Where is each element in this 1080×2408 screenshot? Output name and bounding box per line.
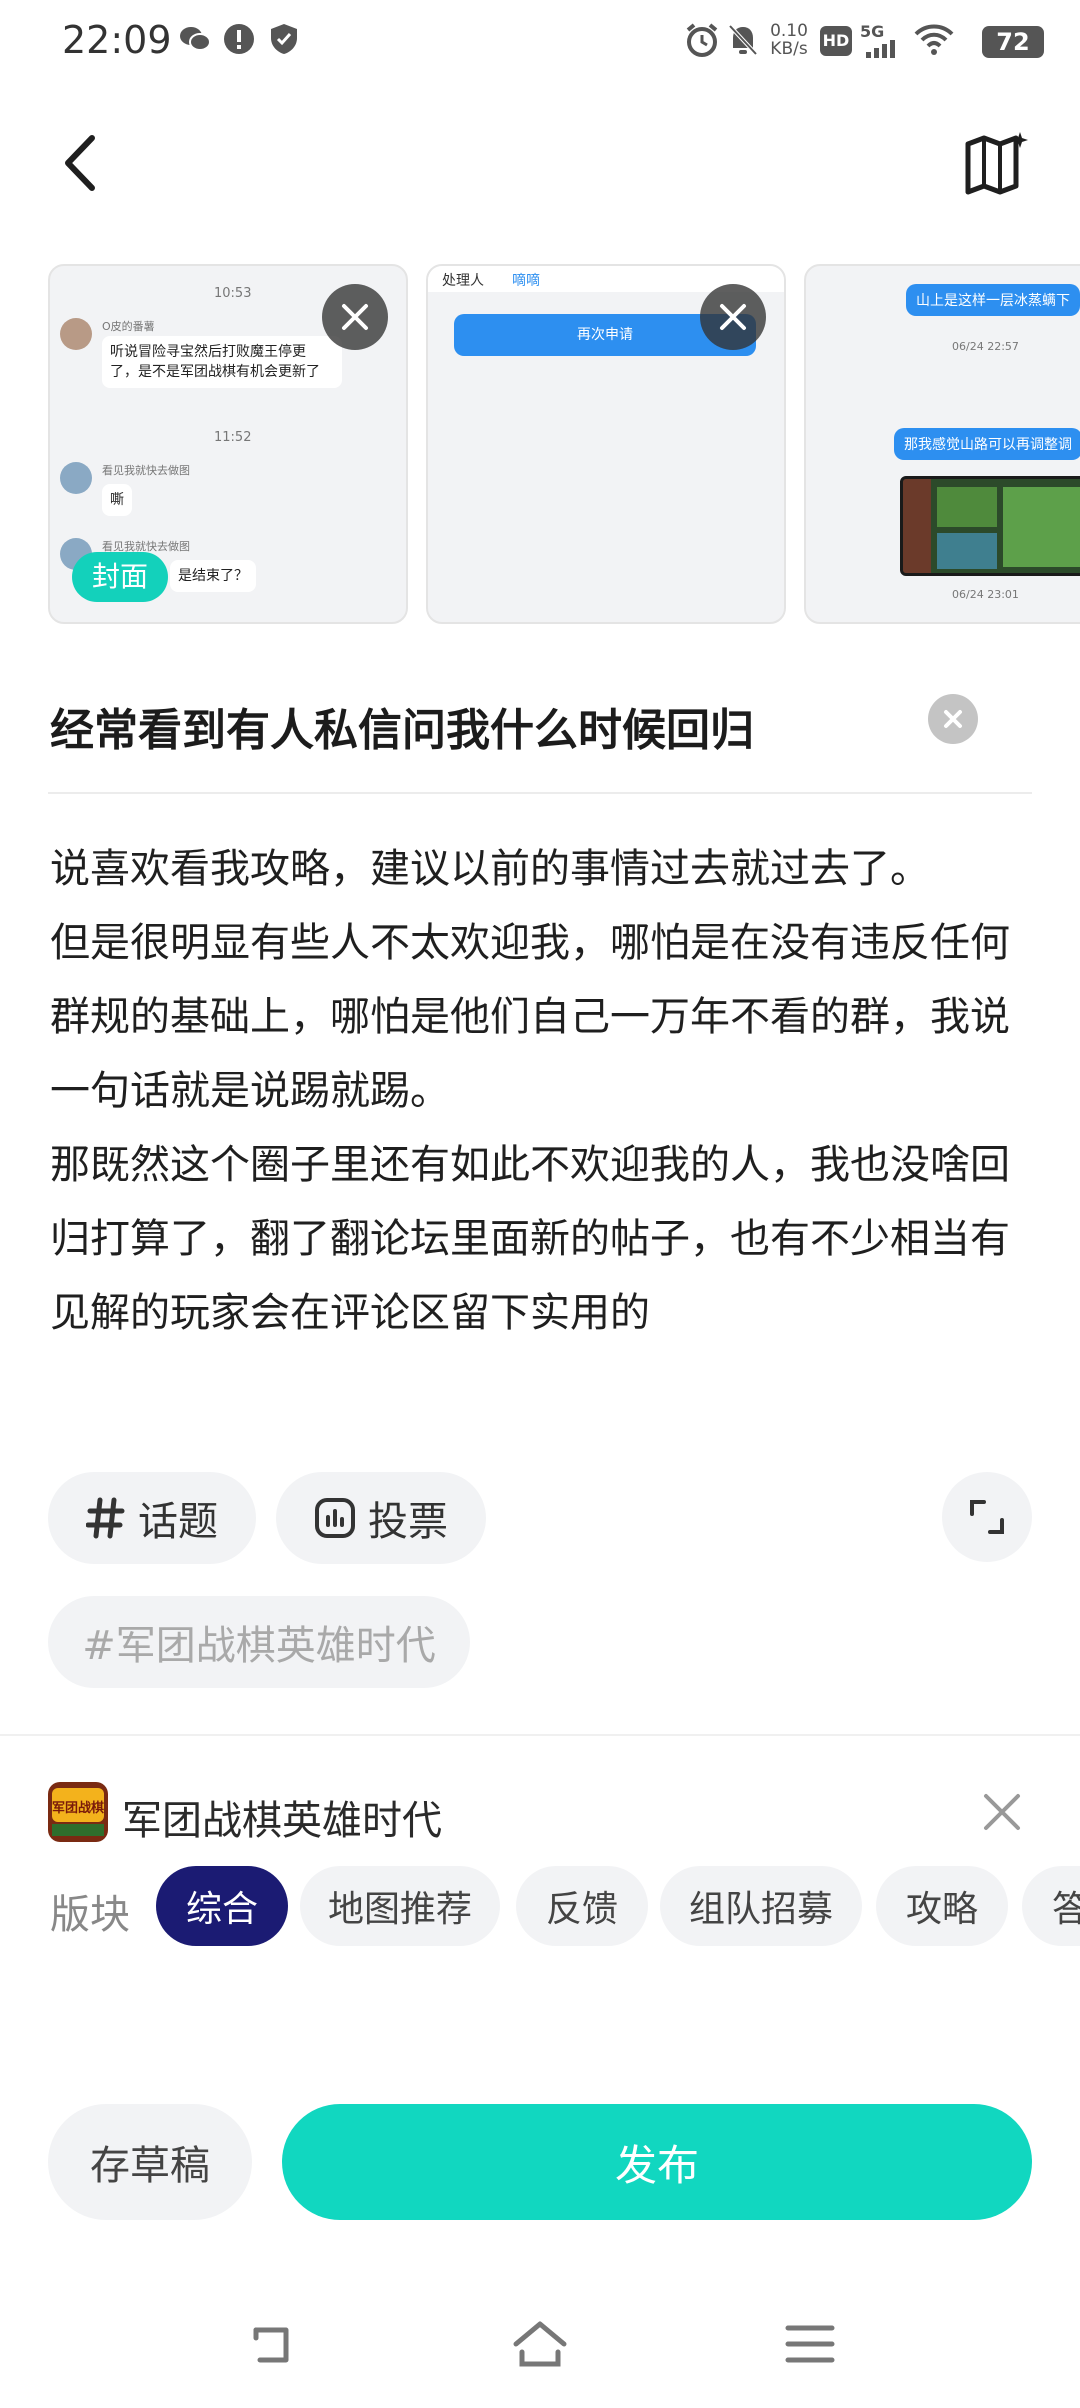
board-chip-guide[interactable]: 攻略 [876,1866,1008,1946]
board-chip-general[interactable]: 综合 [156,1866,288,1946]
clear-icon [944,710,962,728]
expand-editor-button[interactable] [942,1472,1032,1562]
vote-button[interactable]: 投票 [276,1472,486,1564]
post-title[interactable]: 经常看到有人私信问我什么时候回归 [50,694,754,758]
board-selector: 综合 地图推荐 反馈 组队招募 攻略 答疑 [0,1860,1080,1954]
divider [48,792,1032,794]
body-paragraph: 那既然这个圈子里还有如此不欢迎我的人，我也没啥回归打算了，翻了翻论坛里面新的帖子… [50,1142,1010,1336]
selected-topic-tag[interactable]: #军团战棋英雄时代 [48,1596,470,1688]
system-back-icon[interactable] [242,2316,298,2372]
back-button[interactable] [56,128,106,198]
image-attachments: 10:53 O皮的番薯 听说冒险寻宝然后打败魔王停更 了，是不是军团战棋有机会更… [48,264,1080,624]
remove-game-button[interactable] [978,1788,1026,1836]
wifi-icon [914,24,954,55]
game-map-image [900,476,1080,576]
image-thumbnail[interactable]: 处理人 嘀嘀 再次申请 [426,264,786,624]
battery-indicator: 72 [982,26,1044,58]
chat-bubble: 嘶 [102,484,132,516]
cell-signal-icon: 5G [860,22,904,58]
board-chip-team-recruit[interactable]: 组队招募 [660,1866,862,1946]
shield-icon [271,24,297,54]
remove-image-button[interactable] [700,284,766,350]
game-icon: 军团战棋 [48,1782,108,1842]
avatar [60,318,92,350]
alarm-icon [686,23,718,57]
hd-badge: HD [820,26,852,56]
board-chip-qa[interactable]: 答疑 [1022,1866,1080,1946]
remove-image-button[interactable] [322,284,388,350]
image-thumbnail[interactable]: 10:53 O皮的番薯 听说冒险寻宝然后打败魔王停更 了，是不是军团战棋有机会更… [48,264,408,624]
svg-text:军团战棋: 军团战棋 [52,1800,104,1816]
section-divider [0,1734,1080,1736]
body-paragraph: 但是很明显有些人不太欢迎我，哪怕是在没有违反任何群规的基础上，哪怕是他们自己一万… [50,920,1010,1114]
avatar [60,462,92,494]
status-bar: 22:09 0.10 KB/s HD 5G 72 [0,0,1080,84]
chat-bubble: 那我感觉山路可以再调整调 [894,428,1080,460]
board-chip-feedback[interactable]: 反馈 [516,1866,648,1946]
mute-bell-icon [728,24,758,56]
close-icon [342,304,368,330]
alert-icon [224,24,254,54]
system-home-icon[interactable] [510,2316,570,2372]
publish-button[interactable]: 发布 [282,2104,1032,2220]
topic-button[interactable]: 话题 [48,1472,256,1564]
chat-bubble: 山上是这样一层冰蒸螨下 [906,284,1080,316]
chat-bubble: 听说冒险寻宝然后打败魔王停更 了，是不是军团战棋有机会更新了 [102,336,342,388]
image-thumbnail[interactable]: 山上是这样一层冰蒸螨下 06/24 22:57 那我感觉山路可以再调整调 06/… [804,264,1080,624]
hashtag-icon [86,1497,125,1539]
system-menu-icon[interactable] [782,2316,838,2372]
post-body-editor[interactable]: 说喜欢看我攻略，建议以前的事情过去就过去了。 但是很明显有些人不太欢迎我，哪怕是… [50,832,1010,1420]
post-editor-screen: 22:09 0.10 KB/s HD 5G 72 10:53 O皮的番薯 听说冒… [0,0,1080,2408]
fullscreen-icon [970,1500,1004,1534]
close-icon [720,304,746,330]
clock: 22:09 [62,18,172,62]
save-draft-button[interactable]: 存草稿 [48,2104,252,2220]
net-speed: 0.10 KB/s [770,21,808,59]
game-name: 军团战棋英雄时代 [122,1798,442,1844]
wechat-icon [180,27,211,51]
chat-bubble: 是结束了？ [170,560,256,592]
board-chip-map-recommend[interactable]: 地图推荐 [300,1866,500,1946]
clear-title-button[interactable] [928,694,978,744]
body-paragraph: 说喜欢看我攻略，建议以前的事情过去就过去了。 [50,846,930,892]
poll-icon [315,1498,355,1538]
cover-badge: 封面 [72,552,168,602]
creator-guide-button[interactable] [964,130,1030,196]
